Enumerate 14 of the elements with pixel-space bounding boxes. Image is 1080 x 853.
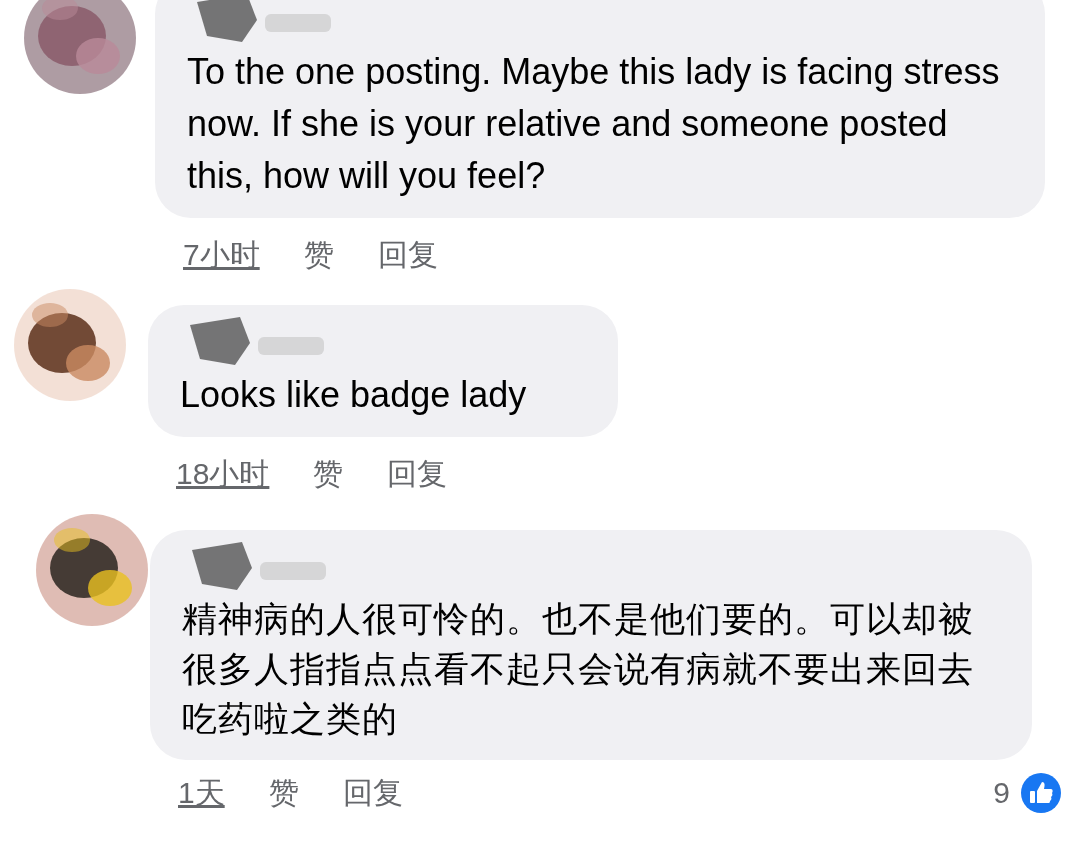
reaction-count: 9	[993, 775, 1010, 811]
action-link[interactable]: 回复	[342, 770, 403, 815]
timestamp-link[interactable]: 18小时	[176, 451, 270, 496]
action-link[interactable]: 回复	[387, 451, 448, 496]
action-link[interactable]: 赞	[268, 770, 299, 815]
action-link[interactable]: 赞	[313, 451, 344, 496]
action-link[interactable]: 回复	[377, 232, 438, 277]
comment-text: Looks like badge lady	[180, 373, 528, 417]
comment-text: To the one posting. Maybe this lady is facing stress now. If she is your relative and someone posted this, how will you feel?	[187, 50, 1001, 198]
comment-text: 精神病的人很可怜的。也不是他们要的。可以却被很多人指指点点看不起只会说有病就不要出来回去吃药啦之类的	[182, 598, 975, 741]
timestamp-link[interactable]: 1天	[178, 770, 225, 815]
thumbs-up-icon[interactable]	[1020, 771, 1062, 814]
action-link[interactable]: 赞	[303, 232, 334, 277]
timestamp-link[interactable]: 7小时	[183, 232, 260, 277]
